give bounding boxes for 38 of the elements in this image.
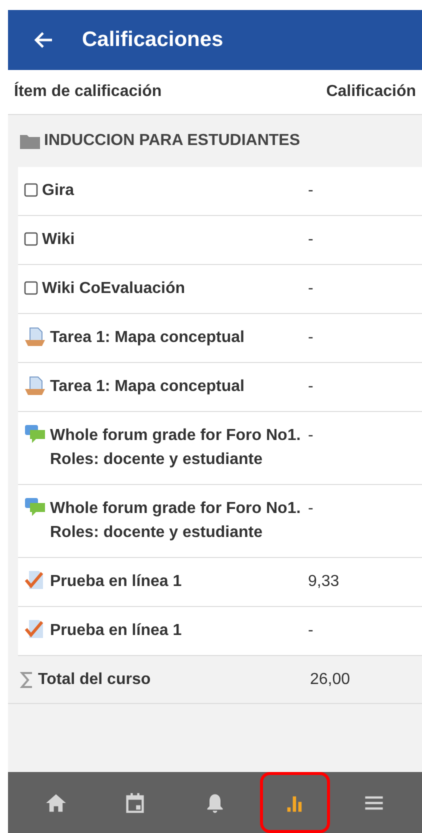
grade-item-name: Whole forum grade for Foro No1. Roles: docente y estudiante — [50, 426, 302, 470]
grade-value: - — [308, 377, 314, 397]
checkbox-icon — [24, 281, 38, 295]
total-grade: 26,00 — [310, 670, 350, 690]
checkbox-icon — [24, 183, 38, 197]
grade-value: - — [308, 499, 314, 519]
grade-item-name: Whole forum grade for Foro No1. Roles: docente y estudiante — [50, 499, 302, 543]
home-icon — [44, 792, 67, 814]
grade-item-name: Prueba en línea 1 — [50, 621, 182, 641]
back-arrow-icon — [34, 31, 54, 49]
checked-document-icon — [24, 570, 46, 590]
grade-item-name: Wiki CoEvaluación — [42, 279, 185, 299]
sigma-icon — [20, 672, 34, 688]
calendar-icon — [124, 792, 146, 814]
grade-value: - — [308, 328, 314, 348]
checked-document-icon — [24, 619, 46, 639]
column-header: Ítem de calificación — [14, 80, 162, 102]
grade-item-name: Wiki — [42, 230, 75, 250]
screen-title: Calificaciones — [82, 27, 224, 54]
grade-value: - — [308, 621, 314, 641]
folder-icon — [20, 134, 40, 148]
grade-value: - — [308, 230, 314, 250]
grade-item-name: Gira — [42, 181, 74, 201]
column-header: Calificación — [326, 82, 416, 102]
document-tray-icon — [24, 376, 46, 396]
grade-value: - — [308, 426, 314, 446]
chat-bubbles-icon — [24, 424, 46, 444]
category-title: INDUCCION PARA ESTUDIANTES — [44, 131, 300, 151]
total-label: Total del curso — [38, 670, 151, 690]
grade-value: - — [308, 181, 314, 201]
checkbox-icon — [24, 232, 38, 246]
grade-item-name: Prueba en línea 1 — [50, 572, 182, 592]
grade-item-name: Tarea 1: Mapa conceptual — [50, 377, 244, 397]
grade-value: 9,33 — [308, 572, 340, 592]
chat-bubbles-icon — [24, 497, 46, 517]
grade-item-name: Tarea 1: Mapa conceptual — [50, 328, 244, 348]
document-tray-icon — [24, 327, 46, 347]
grade-value: - — [308, 279, 314, 299]
